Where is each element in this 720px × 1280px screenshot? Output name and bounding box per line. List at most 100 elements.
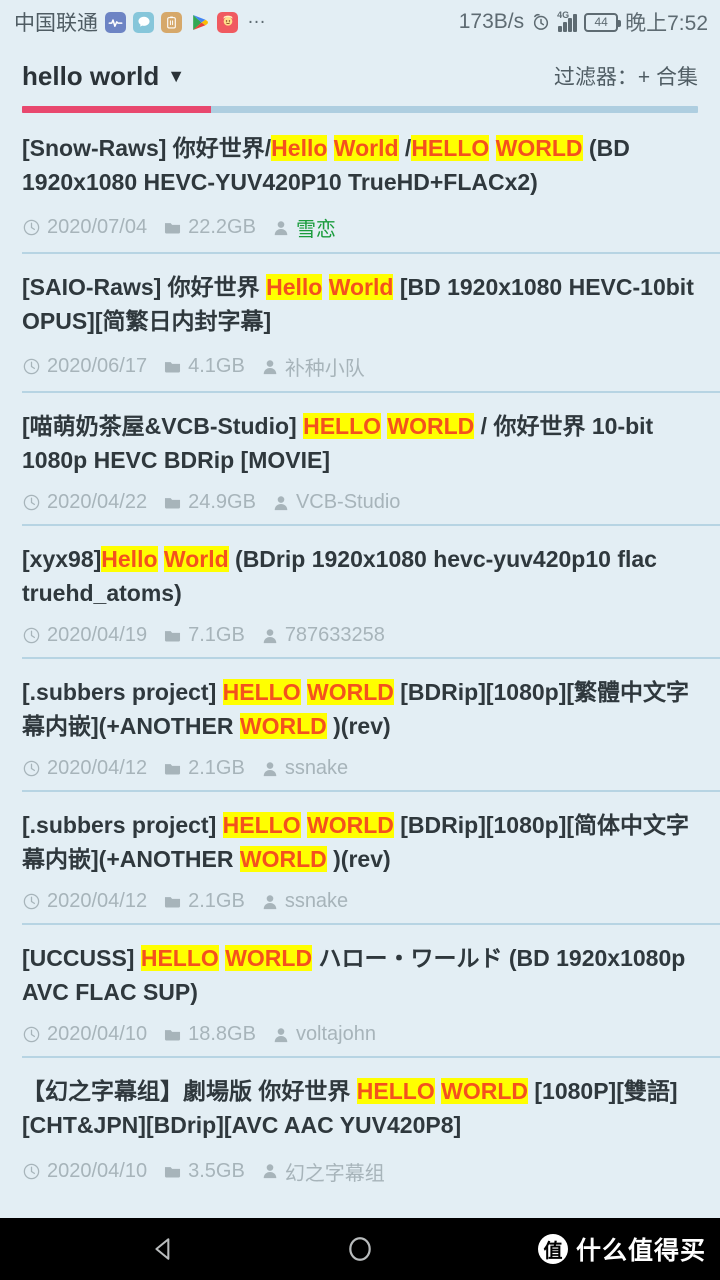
battery-app-icon bbox=[161, 11, 182, 33]
item-size: 24.9GB bbox=[188, 491, 256, 514]
title-highlight: WORLD bbox=[239, 713, 327, 740]
title-text bbox=[158, 546, 164, 572]
item-title[interactable]: [UCCUSS] HELLO WORLD ハロー・ワールド (BD 1920x1… bbox=[22, 941, 698, 1009]
watermark-badge-icon: 值 bbox=[537, 1234, 568, 1264]
list-item[interactable]: [SAIO-Raws] 你好世界 Hello World [BD 1920x10… bbox=[0, 252, 720, 391]
clock-icon bbox=[22, 218, 41, 237]
clock-icon bbox=[22, 892, 41, 911]
person-icon bbox=[261, 893, 279, 911]
folder-icon bbox=[163, 493, 182, 512]
title-highlight: World bbox=[333, 135, 399, 161]
signal-bars-icon: 4G bbox=[557, 9, 578, 32]
item-title[interactable]: [xyx98]Hello World (BDrip 1920x1080 hevc… bbox=[22, 542, 698, 610]
item-size: 22.2GB bbox=[188, 216, 256, 239]
title-highlight: HELLO bbox=[303, 413, 382, 440]
item-meta: 2020/04/10 3.5GB 幻之字幕组 bbox=[22, 1157, 698, 1186]
filter-button[interactable]: 过滤器：+ 合集 bbox=[554, 61, 698, 91]
list-item[interactable]: [xyx98]Hello World (BDrip 1920x1080 hevc… bbox=[0, 524, 720, 657]
home-circle-icon[interactable] bbox=[337, 1226, 383, 1272]
person-icon bbox=[261, 358, 279, 376]
battery-level-label: 44 bbox=[594, 15, 608, 29]
list-item[interactable]: [UCCUSS] HELLO WORLD ハロー・ワールド (BD 1920x1… bbox=[0, 923, 720, 1056]
title-text: [.subbers project] bbox=[22, 812, 223, 839]
carrier-label: 中国联通 bbox=[14, 12, 98, 35]
list-item[interactable]: 【幻之字幕组】劇場版 你好世界 HELLO WORLD [1080P][雙語][… bbox=[0, 1056, 720, 1195]
item-uploader[interactable]: VCB-Studio bbox=[296, 491, 401, 514]
item-title[interactable]: [喵萌奶茶屋&VCB-Studio] HELLO WORLD / 你好世界 10… bbox=[22, 409, 698, 477]
title-highlight: WORLD bbox=[307, 812, 394, 839]
list-item[interactable]: [Snow-Raws] 你好世界/Hello World /HELLO WORL… bbox=[0, 113, 720, 252]
game-icon bbox=[217, 11, 238, 33]
page-header: hello world ▼ 过滤器：+ 合集 bbox=[0, 44, 720, 113]
item-meta: 2020/04/10 18.8GB voltajohn bbox=[22, 1023, 698, 1046]
item-title[interactable]: [Snow-Raws] 你好世界/Hello World /HELLO WORL… bbox=[22, 131, 698, 199]
title-highlight: Hello bbox=[271, 135, 328, 161]
watermark: 值 什么值得买 bbox=[537, 1231, 706, 1267]
item-meta: 2020/06/17 4.1GB 补种小队 bbox=[22, 352, 698, 381]
person-icon bbox=[261, 627, 279, 645]
list-item[interactable]: [.subbers project] HELLO WORLD [BDRip][1… bbox=[0, 657, 720, 790]
item-uploader[interactable]: 补种小队 bbox=[285, 352, 365, 381]
app-root: 中国联通 … 173B/s 4G 44 晚上7:52 hello world ▼… bbox=[0, 0, 720, 1280]
back-triangle-icon[interactable] bbox=[141, 1226, 187, 1272]
title-text: [SAIO-Raws] 你好世界 bbox=[22, 274, 267, 301]
title-text: [UCCUSS] bbox=[22, 945, 141, 972]
result-list[interactable]: [Snow-Raws] 你好世界/Hello World /HELLO WORL… bbox=[0, 113, 720, 1218]
item-uploader[interactable]: ssnake bbox=[285, 890, 348, 913]
item-date: 2020/04/12 bbox=[47, 890, 148, 913]
title-text bbox=[327, 135, 333, 161]
item-title[interactable]: [.subbers project] HELLO WORLD [BDRip][1… bbox=[22, 675, 698, 743]
item-date: 2020/04/19 bbox=[47, 624, 148, 647]
title-highlight: WORLD bbox=[239, 846, 327, 873]
list-item[interactable]: [喵萌奶茶屋&VCB-Studio] HELLO WORLD / 你好世界 10… bbox=[0, 391, 720, 524]
title-highlight: HELLO bbox=[140, 945, 219, 972]
item-uploader[interactable]: 787633258 bbox=[285, 624, 385, 647]
loading-progress-bar bbox=[22, 106, 698, 113]
list-item[interactable]: [.subbers project] HELLO WORLD [BDRip][1… bbox=[0, 790, 720, 923]
item-size: 7.1GB bbox=[188, 624, 245, 647]
search-term-dropdown[interactable]: hello world ▼ bbox=[22, 61, 185, 92]
title-highlight: HELLO bbox=[411, 135, 490, 161]
folder-icon bbox=[163, 892, 182, 911]
title-highlight: HELLO bbox=[222, 812, 301, 839]
title-highlight: WORLD bbox=[495, 135, 583, 161]
title-highlight: HELLO bbox=[222, 679, 301, 706]
title-text: 【幻之字幕组】劇場版 你好世界 bbox=[22, 1078, 357, 1105]
loading-progress-fill bbox=[22, 106, 212, 113]
clock-icon bbox=[22, 759, 41, 778]
item-meta: 2020/04/22 24.9GB VCB-Studio bbox=[22, 491, 698, 514]
item-meta: 2020/04/19 7.1GB 787633258 bbox=[22, 624, 698, 647]
folder-icon bbox=[163, 218, 182, 237]
title-highlight: World bbox=[328, 274, 394, 301]
item-date: 2020/06/17 bbox=[47, 355, 148, 378]
item-uploader[interactable]: 雪恋 bbox=[296, 213, 336, 242]
android-nav-bar: 值 什么值得买 bbox=[0, 1218, 720, 1280]
network-type-label: 4G bbox=[557, 9, 570, 20]
person-icon bbox=[272, 494, 290, 512]
folder-icon bbox=[163, 1162, 182, 1181]
chat-icon bbox=[133, 11, 154, 33]
person-icon bbox=[261, 1162, 279, 1180]
title-highlight: WORLD bbox=[307, 679, 394, 706]
title-text: [.subbers project] bbox=[22, 679, 223, 706]
title-highlight: WORLD bbox=[387, 413, 475, 440]
item-uploader[interactable]: voltajohn bbox=[296, 1023, 376, 1046]
clock-icon bbox=[22, 1025, 41, 1044]
health-icon bbox=[105, 11, 126, 33]
status-bar: 中国联通 … 173B/s 4G 44 晚上7:52 bbox=[0, 0, 720, 44]
status-bar-left: 中国联通 … bbox=[14, 7, 267, 37]
title-text: )(rev) bbox=[326, 846, 391, 873]
overflow-dots-icon: … bbox=[247, 7, 267, 28]
item-uploader[interactable]: ssnake bbox=[285, 757, 348, 780]
item-title[interactable]: [.subbers project] HELLO WORLD [BDRip][1… bbox=[22, 808, 698, 876]
item-title[interactable]: [SAIO-Raws] 你好世界 Hello World [BD 1920x10… bbox=[22, 270, 698, 338]
title-text: )(rev) bbox=[326, 713, 391, 740]
page-title: hello world bbox=[22, 60, 160, 91]
watermark-label: 什么值得买 bbox=[575, 1237, 706, 1265]
item-uploader[interactable]: 幻之字幕组 bbox=[285, 1157, 385, 1186]
item-title[interactable]: 【幻之字幕组】劇場版 你好世界 HELLO WORLD [1080P][雙語][… bbox=[22, 1074, 698, 1142]
title-text: [Snow-Raws] 你好世界/ bbox=[22, 135, 272, 161]
person-icon bbox=[261, 760, 279, 778]
alarm-clock-icon bbox=[531, 12, 551, 32]
person-icon bbox=[272, 1026, 290, 1044]
